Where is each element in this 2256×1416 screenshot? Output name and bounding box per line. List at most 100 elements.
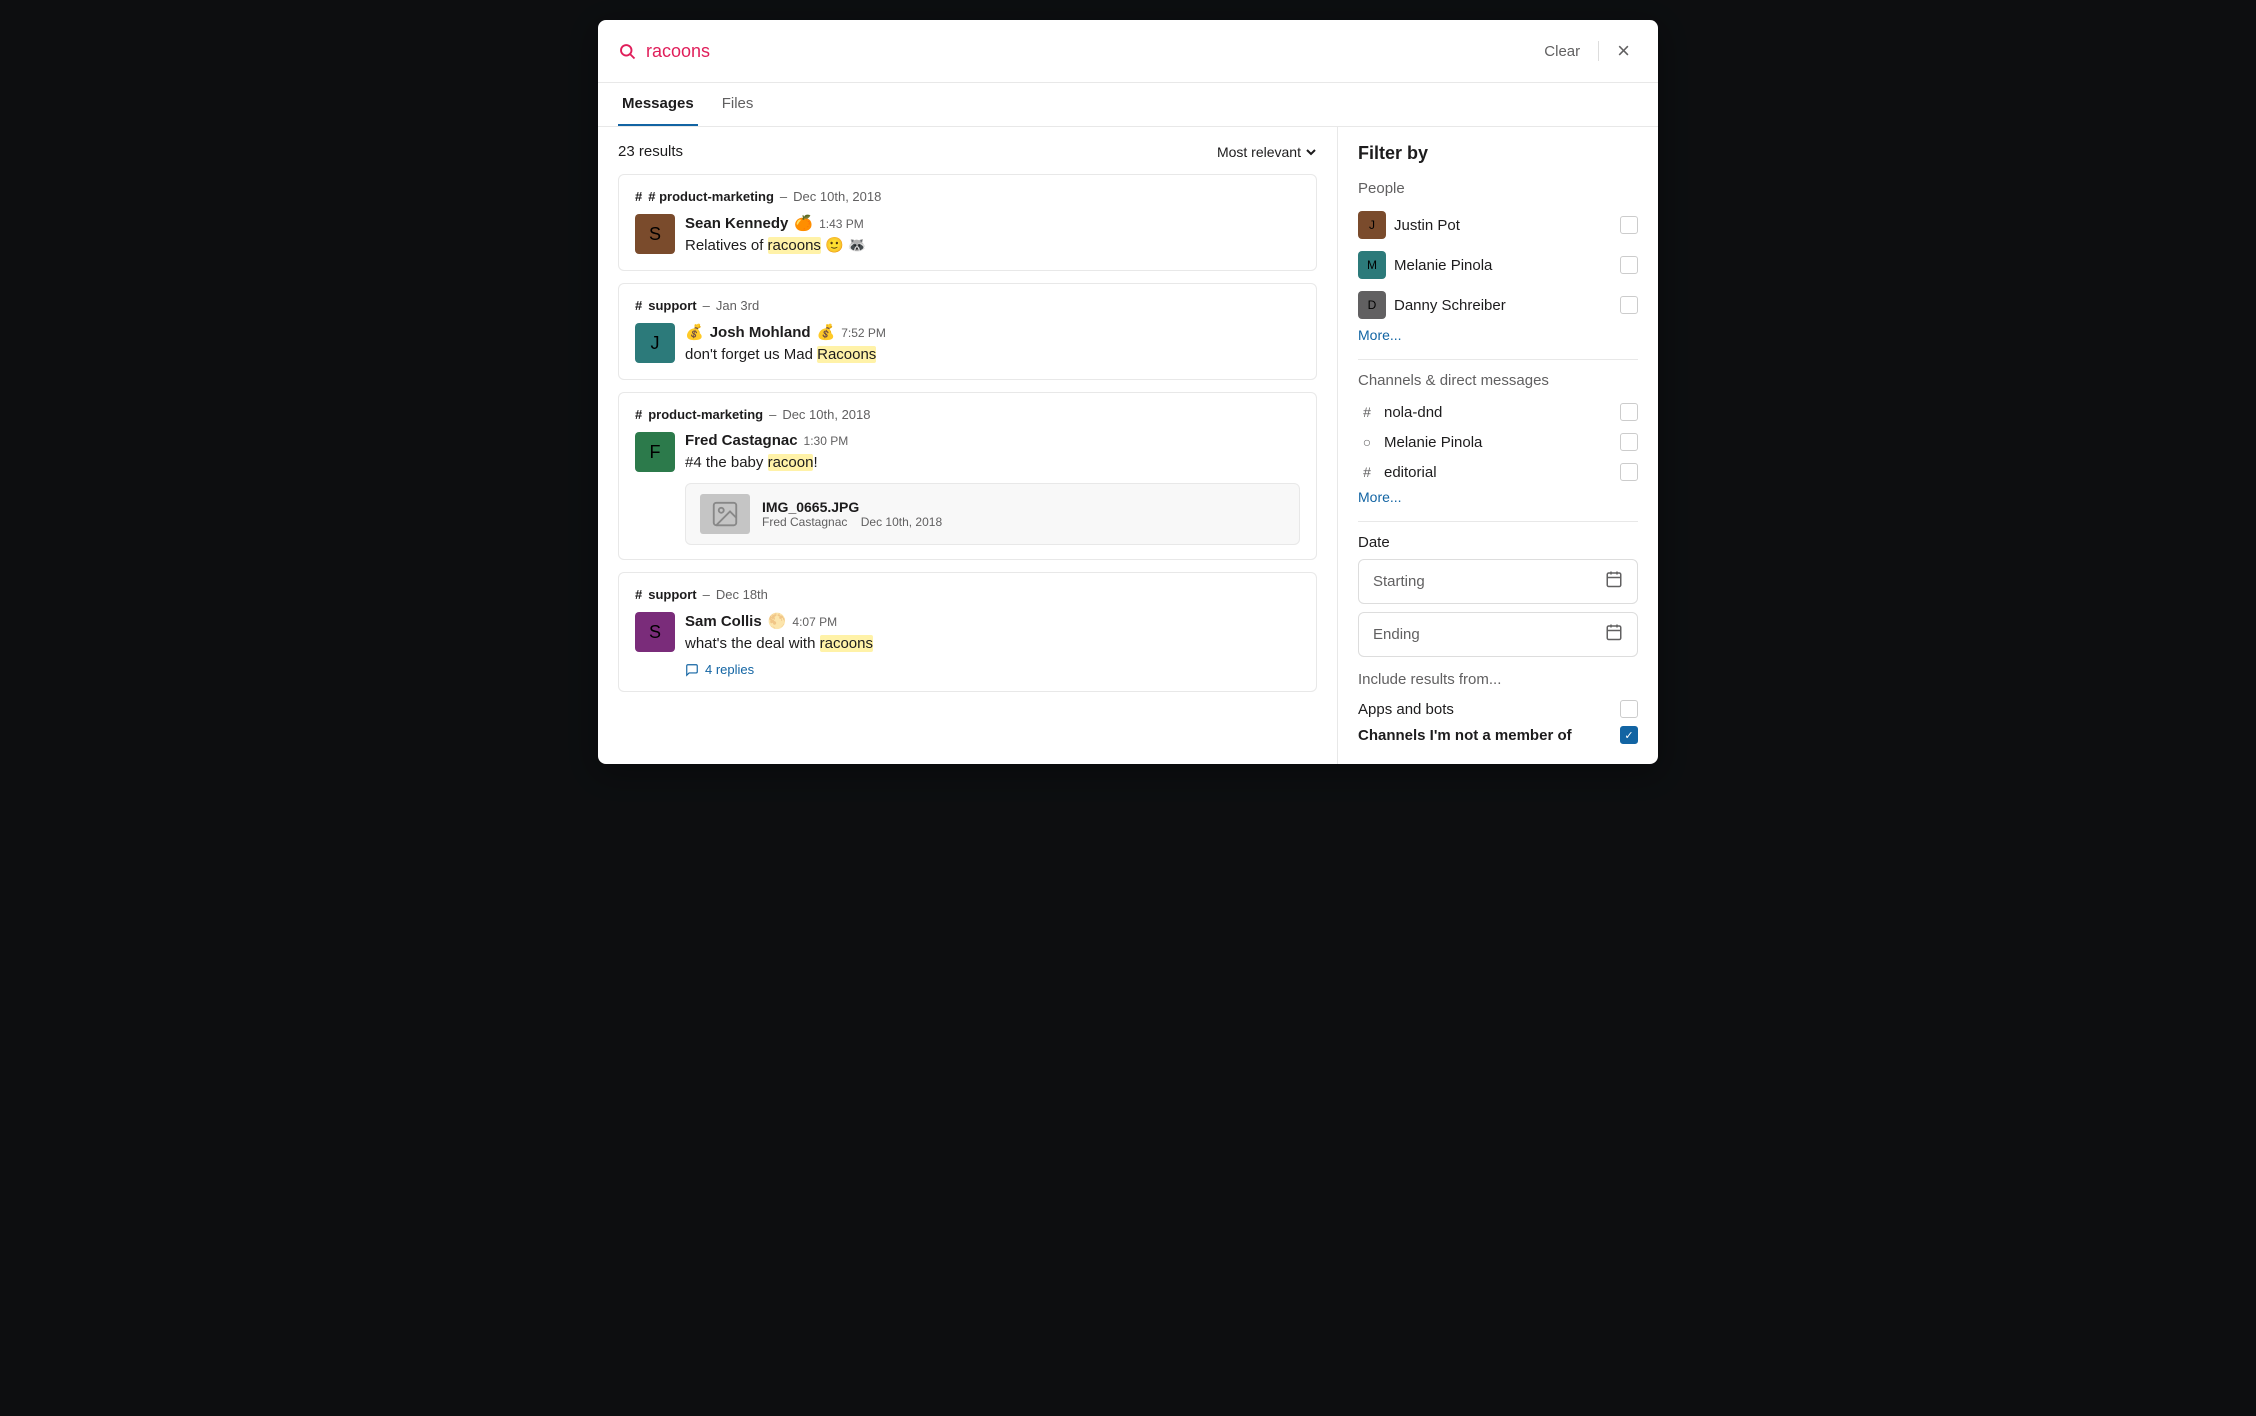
meta-dash-3: – — [769, 407, 776, 422]
person-checkbox-2[interactable] — [1620, 296, 1638, 314]
card-date-2: Jan 3rd — [716, 298, 759, 313]
card-date-4: Dec 18th — [716, 587, 768, 602]
channel-name-1: # product-marketing — [648, 189, 774, 204]
filter-channel-1[interactable]: ○ Melanie Pinola — [1358, 429, 1638, 455]
tab-files[interactable]: Files — [718, 83, 758, 126]
channel-checkbox-1[interactable] — [1620, 433, 1638, 451]
channel-hash-1: # — [635, 189, 642, 204]
msg-content-1: Sean Kennedy 🍊 1:43 PM Relatives of raco… — [685, 214, 1300, 256]
search-icon — [618, 42, 636, 60]
include-label-0: Apps and bots — [1358, 701, 1610, 718]
highlight-1: racoons — [768, 237, 821, 254]
channel-hash-4: # — [635, 587, 642, 602]
channel-type-1: ○ — [1358, 434, 1376, 450]
replies-row[interactable]: 4 replies — [685, 662, 1300, 677]
avatar-3: F — [635, 432, 675, 472]
meta-dash-4: – — [703, 587, 710, 602]
msg-author-3: Fred Castagnac — [685, 432, 798, 449]
calendar-icon-start — [1605, 570, 1623, 593]
include-checkbox-0[interactable] — [1620, 700, 1638, 718]
ending-date-row[interactable]: Ending — [1358, 612, 1638, 657]
avatar-1: S — [635, 214, 675, 254]
channel-name-filter-0: nola-dnd — [1384, 404, 1612, 421]
attachment-meta: Fred Castagnac Dec 10th, 2018 — [762, 515, 942, 529]
calendar-icon-end — [1605, 623, 1623, 646]
sort-button[interactable]: Most relevant — [1217, 144, 1317, 160]
person-avatar-2: D — [1358, 291, 1386, 319]
search-input[interactable] — [646, 41, 1526, 62]
include-section: Include results from... Apps and bots Ch… — [1358, 671, 1638, 748]
attachment-thumb — [700, 494, 750, 534]
people-more-link[interactable]: More... — [1358, 327, 1638, 343]
msg-author-4: Sam Collis — [685, 613, 762, 630]
channel-type-0: # — [1358, 404, 1376, 420]
channel-name-2: support — [648, 298, 696, 313]
clear-button[interactable]: Clear — [1536, 39, 1588, 64]
results-header: 23 results Most relevant — [618, 143, 1317, 160]
close-button[interactable]: × — [1609, 36, 1638, 66]
channels-more-link[interactable]: More... — [1358, 489, 1638, 505]
text-before-1: Relatives of — [685, 237, 768, 254]
message-body-2: J 💰 Josh Mohland 💰 7:52 PM don't forget … — [635, 323, 1300, 365]
divider-1 — [1358, 359, 1638, 360]
meta-dash-1: – — [780, 189, 787, 204]
person-checkbox-0[interactable] — [1620, 216, 1638, 234]
results-count: 23 results — [618, 143, 683, 160]
text-before-3: #4 the baby — [685, 454, 768, 471]
message-body-1: S Sean Kennedy 🍊 1:43 PM Relatives of ra… — [635, 214, 1300, 256]
text-after-1: 🙂 🦝 — [821, 237, 867, 254]
msg-content-3: Fred Castagnac 1:30 PM #4 the baby racoo… — [685, 432, 1300, 545]
person-name-1: Melanie Pinola — [1394, 257, 1612, 274]
channel-hash-3: # — [635, 407, 642, 422]
person-name-2: Danny Schreiber — [1394, 297, 1612, 314]
avatar-4: S — [635, 612, 675, 652]
include-checkbox-1[interactable] — [1620, 726, 1638, 744]
filter-channel-0[interactable]: # nola-dnd — [1358, 399, 1638, 425]
filter-person-0[interactable]: J Justin Pot — [1358, 207, 1638, 243]
filter-panel: Filter by People J Justin Pot M Melanie … — [1338, 127, 1658, 764]
msg-author-row-3: Fred Castagnac 1:30 PM — [685, 432, 1300, 449]
include-row-1[interactable]: Channels I'm not a member of — [1358, 722, 1638, 748]
person-avatar-1: M — [1358, 251, 1386, 279]
include-title: Include results from... — [1358, 671, 1638, 688]
channels-section-title: Channels & direct messages — [1358, 372, 1638, 389]
message-body-4: S Sam Collis 🌕 4:07 PM what's the deal w… — [635, 612, 1300, 677]
msg-content-2: 💰 Josh Mohland 💰 7:52 PM don't forget us… — [685, 323, 1300, 365]
starting-label: Starting — [1373, 573, 1605, 590]
starting-date-row[interactable]: Starting — [1358, 559, 1638, 604]
text-before-4: what's the deal with — [685, 635, 820, 652]
message-card-2: # support – Jan 3rd J 💰 Josh Mohland 💰 — [618, 283, 1317, 380]
channel-checkbox-0[interactable] — [1620, 403, 1638, 421]
channel-checkbox-2[interactable] — [1620, 463, 1638, 481]
highlight-2: Racoons — [817, 346, 876, 363]
message-card-4: # support – Dec 18th S Sam Collis 🌕 4:07… — [618, 572, 1317, 692]
msg-author-row-2: 💰 Josh Mohland 💰 7:52 PM — [685, 323, 1300, 341]
include-row-0[interactable]: Apps and bots — [1358, 696, 1638, 722]
card-date-3: Dec 10th, 2018 — [782, 407, 870, 422]
card-meta-4: # support – Dec 18th — [635, 587, 1300, 602]
date-filter: Starting Ending — [1358, 559, 1638, 657]
tabs-row: Messages Files — [598, 83, 1658, 127]
author-emoji-2b: 💰 — [817, 323, 836, 341]
avatar-2: J — [635, 323, 675, 363]
person-name-0: Justin Pot — [1394, 217, 1612, 234]
filter-person-1[interactable]: M Melanie Pinola — [1358, 247, 1638, 283]
header-divider — [1598, 41, 1599, 61]
sort-label: Most relevant — [1217, 144, 1301, 160]
author-emoji-4: 🌕 — [768, 612, 787, 630]
attachment-card[interactable]: IMG_0665.JPG Fred Castagnac Dec 10th, 20… — [685, 483, 1300, 545]
filter-channel-2[interactable]: # editorial — [1358, 459, 1638, 485]
msg-author-row-4: Sam Collis 🌕 4:07 PM — [685, 612, 1300, 630]
meta-dash-2: – — [703, 298, 710, 313]
person-checkbox-1[interactable] — [1620, 256, 1638, 274]
message-card-1: # # product-marketing – Dec 10th, 2018 S… — [618, 174, 1317, 271]
text-before-2: don't forget us Mad — [685, 346, 817, 363]
message-card-3: # product-marketing – Dec 10th, 2018 F F… — [618, 392, 1317, 560]
replies-count: 4 replies — [705, 662, 754, 677]
filter-person-2[interactable]: D Danny Schreiber — [1358, 287, 1638, 323]
results-panel: 23 results Most relevant # # product-mar… — [598, 127, 1338, 764]
channel-type-2: # — [1358, 464, 1376, 480]
channel-name-filter-2: editorial — [1384, 464, 1612, 481]
tab-messages[interactable]: Messages — [618, 83, 698, 126]
people-section-title: People — [1358, 180, 1638, 197]
